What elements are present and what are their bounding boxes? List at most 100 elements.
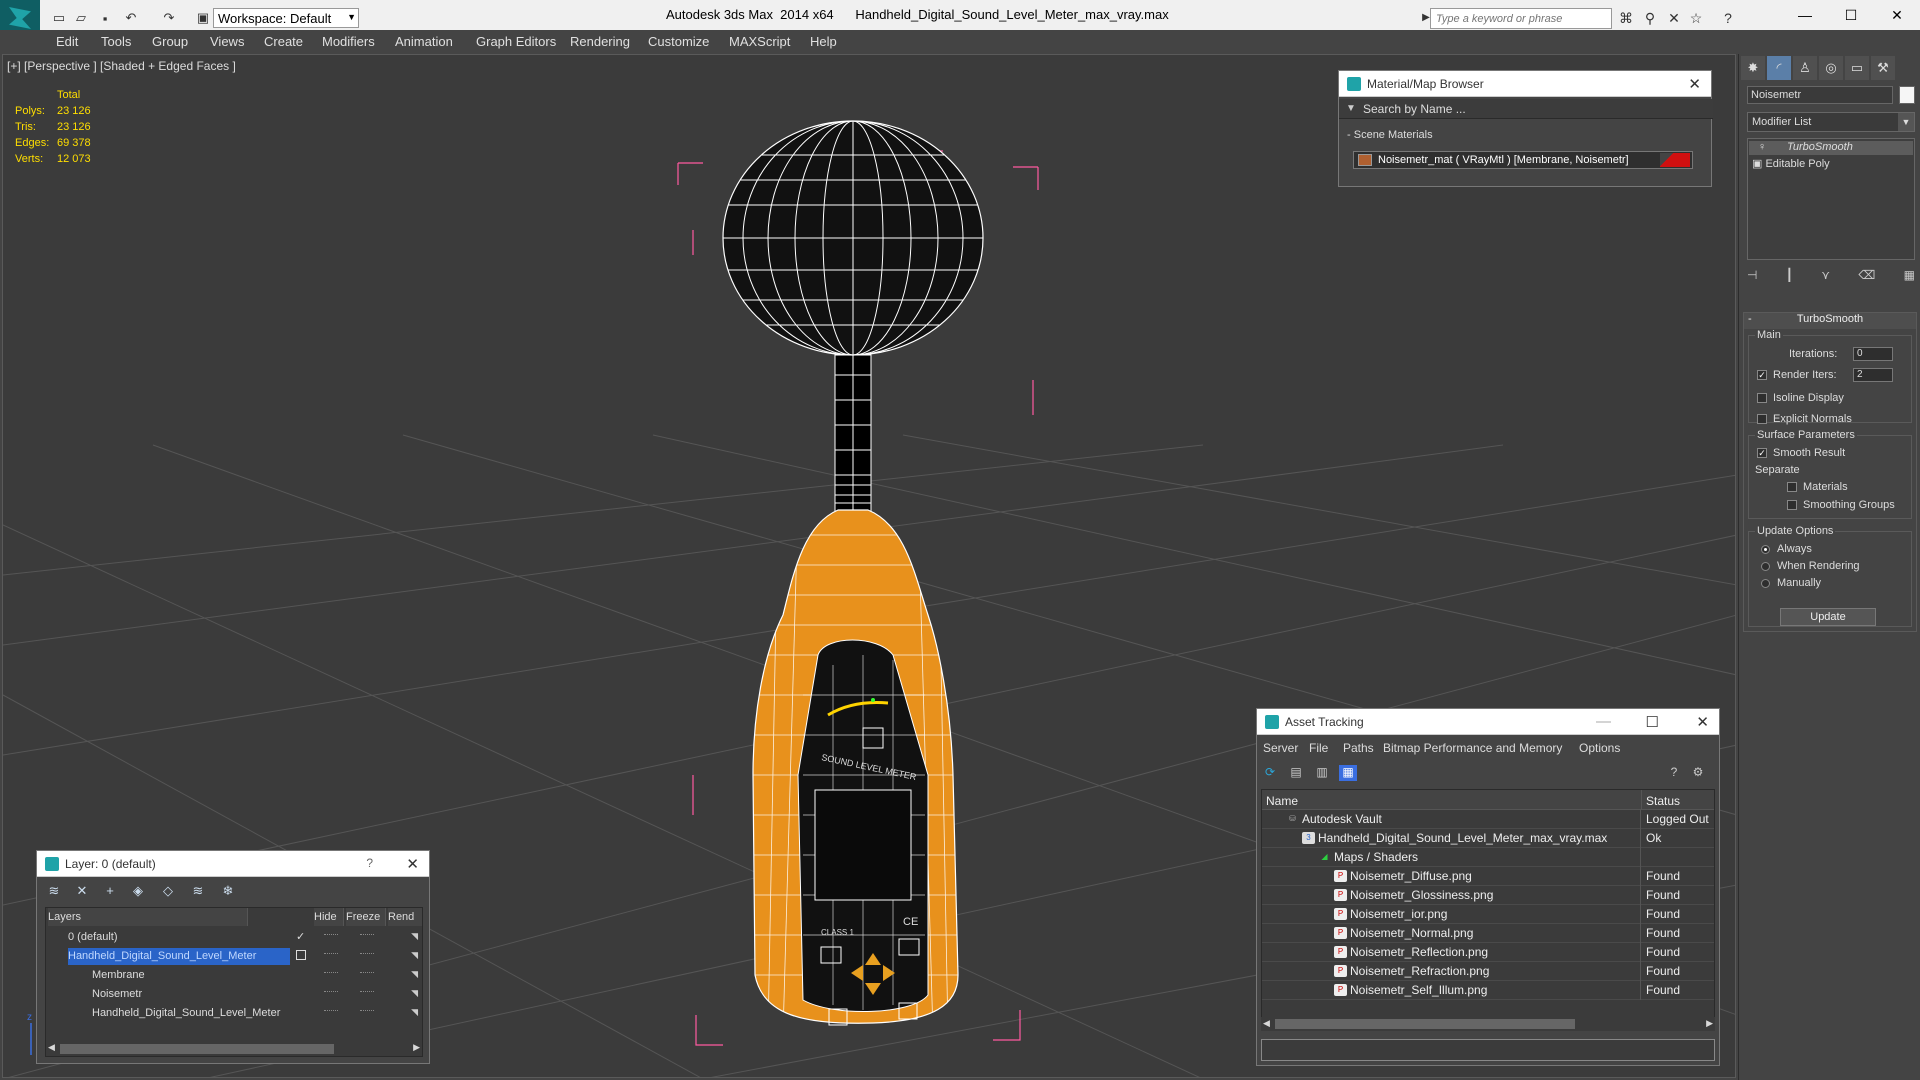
delete-layer-icon[interactable]: ✕ [73, 883, 91, 899]
smooth-result-checkbox[interactable]: ✓ [1757, 448, 1767, 458]
minimize-icon[interactable]: — [1596, 713, 1611, 730]
menu-maxscript[interactable]: MAXScript [729, 34, 790, 49]
keyword-search-input[interactable] [1430, 8, 1612, 29]
list-view-icon[interactable]: ▤ [1287, 765, 1305, 781]
create-layer-icon[interactable]: ≋ [45, 883, 63, 899]
subscription-icon[interactable]: ⚲ [1642, 10, 1658, 26]
update-button[interactable]: Update [1780, 608, 1876, 626]
detail-view-icon[interactable]: ▥ [1313, 765, 1331, 781]
render-toggle-icon[interactable]: ◥ [411, 988, 418, 999]
menu-paths[interactable]: Paths [1343, 741, 1374, 755]
render-iters-spinner[interactable]: 2 [1853, 368, 1893, 382]
motion-tab-icon[interactable]: ◎ [1819, 56, 1843, 80]
new-file-icon[interactable]: ▭ [50, 9, 68, 27]
asset-row[interactable]: P Noisemetr_Normal.png Found [1262, 924, 1714, 943]
hide-toggle[interactable] [324, 1010, 338, 1012]
render-toggle-icon[interactable]: ◥ [411, 1007, 418, 1018]
menu-tools[interactable]: Tools [101, 34, 131, 49]
render-toggle-icon[interactable]: ◥ [411, 950, 418, 961]
freeze-toggle[interactable] [360, 972, 374, 974]
project-folder-icon[interactable]: ▣ [194, 9, 212, 27]
menu-options[interactable]: Options [1579, 741, 1620, 755]
material-item[interactable]: Noisemetr_mat ( VRayMtl ) [Membrane, Noi… [1353, 151, 1693, 169]
asset-row[interactable]: P Noisemetr_Diffuse.png Found [1262, 867, 1714, 886]
always-radio[interactable] [1761, 545, 1770, 554]
vault-help-icon[interactable]: ? [1665, 765, 1683, 781]
layer-row[interactable]: Handheld_Digital_Sound_Level_Meter ◥ [46, 1004, 422, 1023]
menu-help[interactable]: Help [810, 34, 837, 49]
binoculars-icon[interactable]: ⌘ [1618, 10, 1634, 26]
menu-bitmap-performance[interactable]: Bitmap Performance and Memory [1383, 741, 1562, 755]
save-file-icon[interactable]: ▪ [96, 9, 114, 27]
render-toggle-icon[interactable]: ◥ [411, 931, 418, 942]
hide-all-icon[interactable]: ≋ [189, 883, 207, 899]
layer-hscrollbar[interactable]: ◀ ▶ [46, 1042, 422, 1056]
modifier-list-dropdown[interactable]: Modifier List ▼ [1747, 112, 1915, 132]
scroll-left-icon[interactable]: ◀ [1263, 1018, 1270, 1029]
render-iters-checkbox[interactable]: ✓ [1757, 370, 1767, 380]
settings-icon[interactable]: ⚙ [1689, 765, 1707, 781]
menu-file[interactable]: File [1309, 741, 1328, 755]
column-header-freeze[interactable]: Freeze [346, 908, 386, 926]
asset-path-field[interactable] [1261, 1039, 1715, 1061]
asset-row[interactable]: ⛁ Autodesk Vault Logged Out [1262, 810, 1714, 829]
select-objects-icon[interactable]: ◈ [129, 883, 147, 899]
hide-toggle[interactable] [324, 934, 338, 936]
menu-graph-editors[interactable]: Graph Editors [476, 34, 556, 49]
menu-rendering[interactable]: Rendering [570, 34, 630, 49]
close-icon[interactable]: ✕ [1688, 75, 1701, 93]
utilities-tab-icon[interactable]: ⚒ [1871, 56, 1895, 80]
when-rendering-radio[interactable] [1761, 562, 1770, 571]
render-toggle-icon[interactable]: ◥ [411, 969, 418, 980]
material-search-input[interactable]: Search by Name ... [1363, 102, 1466, 116]
freeze-toggle[interactable] [360, 991, 374, 993]
layer-row[interactable]: Noisemetr ◥ [46, 985, 422, 1004]
highlight-layer-icon[interactable]: ◇ [159, 883, 177, 899]
favorites-star-icon[interactable]: ☆ [1688, 10, 1704, 26]
pin-stack-icon[interactable]: ⊣ [1747, 268, 1757, 286]
stack-item-turbosmooth[interactable]: TurboSmooth [1749, 141, 1913, 155]
isoline-display-checkbox[interactable] [1757, 393, 1767, 403]
layer-row[interactable]: 0 (default) ✓ ◥ [46, 928, 422, 947]
remove-modifier-icon[interactable]: ⌫ [1858, 268, 1875, 286]
scroll-right-icon[interactable]: ▶ [413, 1042, 420, 1053]
help-icon[interactable]: ? [1720, 10, 1736, 26]
column-header-layers[interactable]: Layers [48, 908, 248, 926]
layer-row[interactable]: Membrane ◥ [46, 966, 422, 985]
menu-server[interactable]: Server [1263, 741, 1298, 755]
asset-row[interactable]: P Noisemetr_Refraction.png Found [1262, 962, 1714, 981]
menu-edit[interactable]: Edit [56, 34, 78, 49]
add-selection-icon[interactable]: + [101, 883, 119, 899]
scene-materials-section[interactable]: - Scene Materials [1347, 129, 1433, 141]
viewport-label[interactable]: [+] [Perspective ] [Shaded + Edged Faces… [7, 59, 236, 73]
hide-toggle[interactable] [324, 953, 338, 955]
object-name-field[interactable]: Noisemetr [1747, 86, 1893, 104]
filter-icon[interactable]: ▼ [1346, 103, 1356, 114]
layer-row[interactable]: Handheld_Digital_Sound_Level_Meter ◥ [46, 947, 422, 966]
help-button[interactable]: ? [366, 856, 373, 870]
menu-customize[interactable]: Customize [648, 34, 709, 49]
asset-row[interactable]: P Noisemetr_ior.png Found [1262, 905, 1714, 924]
column-header-status[interactable]: Status [1642, 790, 1714, 810]
object-color-swatch[interactable] [1899, 86, 1915, 104]
asset-row[interactable]: P Noisemetr_Self_Illum.png Found [1262, 981, 1714, 1000]
asset-tracking-titlebar[interactable]: Asset Tracking — ☐ ✕ [1257, 709, 1719, 735]
manually-radio[interactable] [1761, 579, 1770, 588]
layer-panel-titlebar[interactable]: Layer: 0 (default) ? ✕ [37, 851, 429, 877]
communication-center-icon[interactable]: ✕ [1666, 10, 1682, 26]
workspace-dropdown[interactable]: Workspace: Default ▼ [213, 8, 359, 28]
material-search-bar[interactable]: ▼ Search by Name ... [1339, 99, 1713, 119]
open-file-icon[interactable]: ▱ [72, 9, 90, 27]
scroll-right-icon[interactable]: ▶ [1706, 1018, 1713, 1029]
menu-animation[interactable]: Animation [395, 34, 453, 49]
modify-tab-icon[interactable]: ◜ [1767, 56, 1791, 80]
asset-row[interactable]: P Noisemetr_Glossiness.png Found [1262, 886, 1714, 905]
display-tab-icon[interactable]: ▭ [1845, 56, 1869, 80]
asset-hscrollbar[interactable]: ◀ ▶ [1261, 1017, 1715, 1031]
configure-modifier-sets-icon[interactable]: ▦ [1904, 268, 1915, 286]
close-icon[interactable]: ✕ [1874, 0, 1920, 30]
refresh-icon[interactable]: ⟳ [1261, 765, 1279, 781]
hierarchy-tab-icon[interactable]: ♙ [1793, 56, 1817, 80]
column-header-name[interactable]: Name [1262, 790, 1642, 810]
asset-row[interactable]: ◢ Maps / Shaders [1262, 848, 1714, 867]
